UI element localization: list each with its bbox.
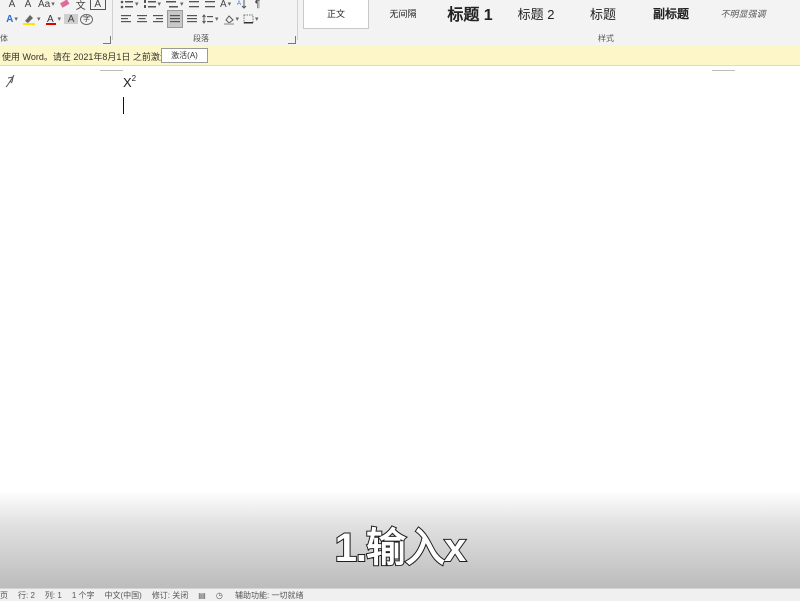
accessibility-label: 辅助功能: 一切就绪 xyxy=(235,590,304,600)
style-subtle-emphasis[interactable]: 不明显强调 xyxy=(705,0,781,28)
align-center-icon[interactable] xyxy=(135,11,149,27)
document-text-line: X2 xyxy=(123,74,136,90)
status-word-count[interactable]: 1 个字 xyxy=(72,590,95,601)
text-effects-icon[interactable]: A ▾ xyxy=(5,11,19,27)
margin-mark xyxy=(100,70,123,71)
style-heading-2[interactable]: 标题 2 xyxy=(503,0,569,28)
highlight-color-icon[interactable]: ▾ xyxy=(21,11,42,27)
svg-text:A: A xyxy=(237,1,241,7)
line-spacing-icon[interactable]: ▾ xyxy=(201,11,220,27)
enclose-characters-icon[interactable]: 字 xyxy=(80,13,94,25)
align-right-icon[interactable] xyxy=(151,11,165,27)
style-title[interactable]: 标题 xyxy=(569,0,637,28)
style-heading-1[interactable]: 标题 1 xyxy=(437,0,503,28)
paragraph-dialog-launcher-icon[interactable] xyxy=(288,36,296,44)
ribbon: A A Aa ▾ 文 A A ▾ ▾ A ▾ A 字 体 ▾ ▾ ▾ A ▾ A… xyxy=(0,0,800,47)
text-cursor xyxy=(123,97,124,114)
video-caption: 1.输入x xyxy=(334,525,468,571)
character-border-icon[interactable]: A xyxy=(89,0,106,10)
anchor-icon xyxy=(5,74,15,88)
ribbon-separator xyxy=(297,0,298,40)
character-shading-icon[interactable]: A xyxy=(64,14,79,25)
style-subtitle[interactable]: 副标题 xyxy=(637,0,705,28)
margin-mark xyxy=(712,70,735,71)
status-line[interactable]: 行: 2 xyxy=(18,590,35,601)
macro-recording-icon[interactable]: ▤ xyxy=(198,591,206,600)
status-bar: 页 行: 2 列: 1 1 个字 中文(中国) 修订: 关闭 ▤ ◷ 辅助功能:… xyxy=(0,588,800,601)
styles-gallery: 正文 无间隔 标题 1 标题 2 标题 副标题 不明显强调 xyxy=(300,0,781,30)
accessibility-icon: ◷ xyxy=(215,590,223,600)
activate-button[interactable]: 激活(A) xyxy=(161,48,208,63)
style-normal[interactable]: 正文 xyxy=(303,0,369,29)
status-language[interactable]: 中文(中国) xyxy=(104,590,141,601)
status-accessibility[interactable]: ◷ 辅助功能: 一切就绪 xyxy=(216,590,314,601)
font-group-label: 体 xyxy=(0,34,8,43)
paragraph-group-label: 段落 xyxy=(193,34,209,43)
font-color-icon[interactable]: A ▾ xyxy=(44,11,63,27)
status-track-changes[interactable]: 修订: 关闭 xyxy=(152,590,188,601)
distributed-icon[interactable] xyxy=(185,11,199,27)
style-no-spacing[interactable]: 无间隔 xyxy=(369,0,437,28)
align-left-icon[interactable] xyxy=(119,11,133,27)
styles-group-label: 样式 xyxy=(598,34,614,43)
paragraph-group-row2: ▾ ▾ ▾ xyxy=(118,10,261,28)
justify-icon[interactable] xyxy=(167,10,183,28)
activation-message: 使用 Word。请在 2021年8月1日 之前激活。 xyxy=(2,52,178,62)
borders-icon[interactable]: ▾ xyxy=(242,11,260,27)
activation-notice-bar: 使用 Word。请在 2021年8月1日 之前激活。 激活(A) xyxy=(0,46,800,66)
font-dialog-launcher-icon[interactable] xyxy=(103,36,111,44)
base-letter: X xyxy=(123,75,132,90)
font-group-row2: A ▾ ▾ A ▾ A 字 xyxy=(4,10,94,28)
status-page[interactable]: 页 xyxy=(0,590,8,601)
shading-icon[interactable]: ▾ xyxy=(222,11,241,27)
status-column[interactable]: 列: 1 xyxy=(45,590,62,601)
superscript-number: 2 xyxy=(131,74,137,83)
ribbon-separator xyxy=(112,0,113,40)
